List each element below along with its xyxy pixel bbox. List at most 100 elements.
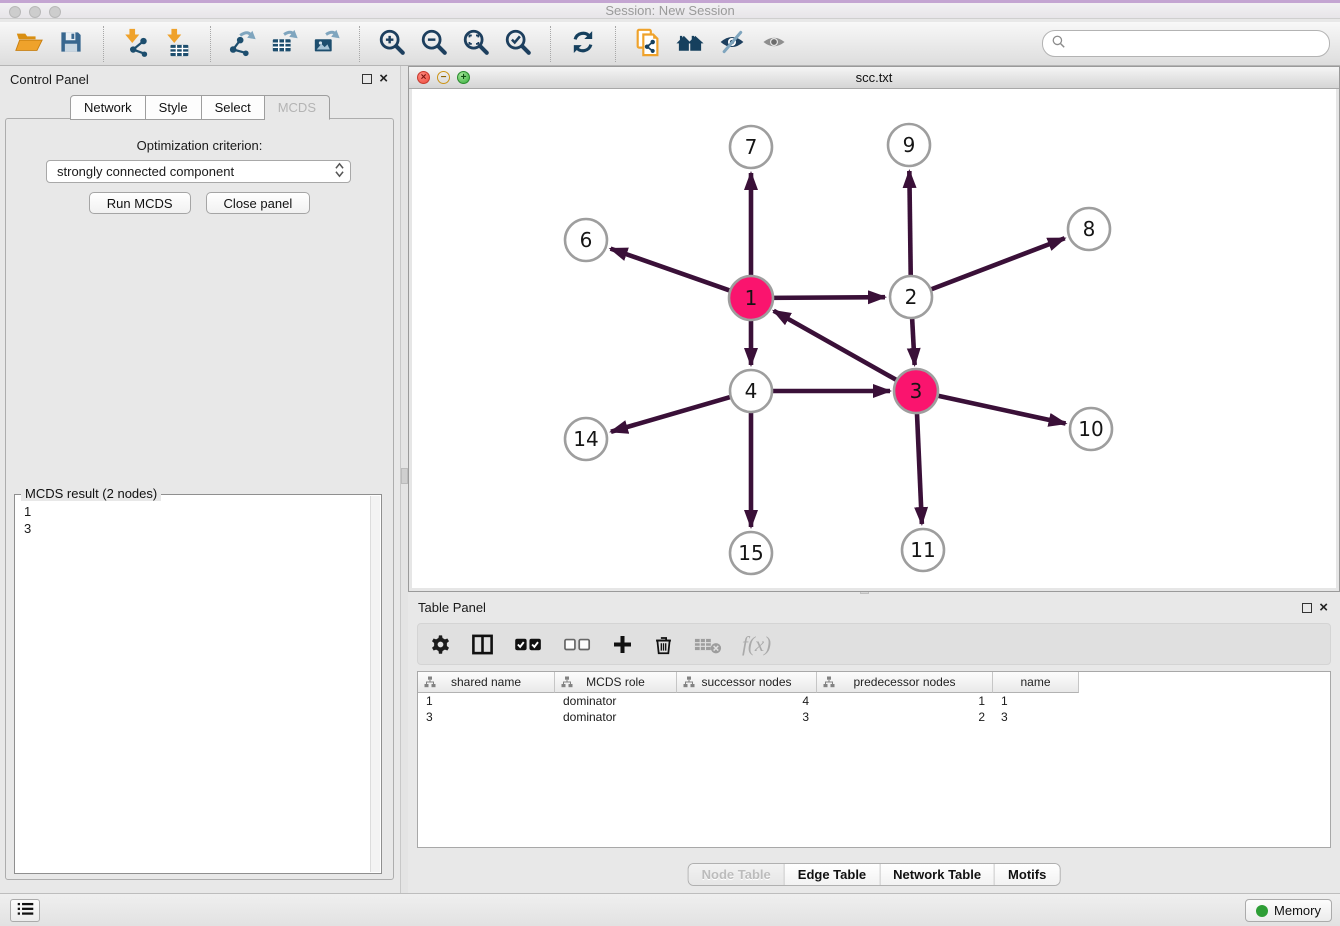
table-cell[interactable]: 3 xyxy=(677,709,817,725)
delete-column-icon[interactable] xyxy=(653,634,674,655)
export-table-button[interactable] xyxy=(269,27,301,61)
table-cell[interactable]: 1 xyxy=(817,693,993,709)
graph-edge-1-2[interactable] xyxy=(770,297,885,298)
table-cell[interactable]: 3 xyxy=(993,709,1079,725)
zoom-out-button[interactable] xyxy=(418,27,450,61)
search-input[interactable] xyxy=(1067,36,1329,51)
task-history-button[interactable] xyxy=(10,899,40,922)
node-table[interactable]: shared nameMCDS rolesuccessor nodesprede… xyxy=(417,671,1331,848)
table-row[interactable]: 3dominator323 xyxy=(418,709,1330,725)
column-header-predecessor-nodes[interactable]: predecessor nodes xyxy=(817,672,993,693)
float-panel-icon[interactable] xyxy=(362,74,372,84)
zoom-selected-button[interactable] xyxy=(502,27,534,61)
table-cell[interactable]: 1 xyxy=(418,693,555,709)
graph-node-11[interactable]: 11 xyxy=(902,529,944,571)
select-all-icon[interactable] xyxy=(514,635,543,654)
table-cell[interactable]: 4 xyxy=(677,693,817,709)
network-minimize-button[interactable]: − xyxy=(437,71,450,84)
tab-motifs[interactable]: Motifs xyxy=(995,864,1059,885)
column-header-filler xyxy=(1079,672,1330,693)
graph-edge-2-8[interactable] xyxy=(929,238,1065,290)
table-cell[interactable]: dominator xyxy=(555,709,677,725)
graph-node-10[interactable]: 10 xyxy=(1070,408,1112,450)
tab-edge-table[interactable]: Edge Table xyxy=(785,864,880,885)
network-close-button[interactable]: × xyxy=(417,71,430,84)
refresh-button[interactable] xyxy=(567,27,599,61)
optimization-criterion-dropdown[interactable]: strongly connected component xyxy=(46,160,351,183)
graph-edge-3-1[interactable] xyxy=(774,311,900,382)
network-maximize-button[interactable]: + xyxy=(457,71,470,84)
graph-edge-3-10[interactable] xyxy=(935,395,1066,423)
tab-select[interactable]: Select xyxy=(202,95,265,120)
graph-node-2[interactable]: 2 xyxy=(890,276,932,318)
svg-text:1: 1 xyxy=(745,286,758,310)
export-network-button[interactable] xyxy=(227,27,259,61)
column-header-mcds-role[interactable]: MCDS role xyxy=(555,672,677,693)
tab-mcds[interactable]: MCDS xyxy=(265,95,330,120)
hide-panels-button[interactable] xyxy=(716,27,748,61)
graph-edge-3-11[interactable] xyxy=(917,410,922,524)
table-cell[interactable]: 2 xyxy=(817,709,993,725)
import-network-button[interactable] xyxy=(120,27,152,61)
graph-node-15[interactable]: 15 xyxy=(730,532,772,574)
split-pane-icon[interactable] xyxy=(471,633,494,656)
close-panel-icon[interactable]: × xyxy=(379,74,388,84)
table-cell[interactable]: 1 xyxy=(993,693,1079,709)
settings-gear-icon[interactable] xyxy=(430,634,451,655)
graph-edge-2-9[interactable] xyxy=(909,171,910,278)
mcds-result-text[interactable]: 1 3 xyxy=(16,497,370,872)
graph-node-1[interactable]: 1 xyxy=(729,276,773,320)
graph-node-7[interactable]: 7 xyxy=(730,126,772,168)
graph-node-9[interactable]: 9 xyxy=(888,124,930,166)
graph-edge-1-6[interactable] xyxy=(611,249,734,292)
zoom-fit-button[interactable] xyxy=(460,27,492,61)
app-close-button[interactable] xyxy=(9,6,21,18)
search-box[interactable] xyxy=(1042,30,1330,57)
import-table-button[interactable] xyxy=(162,27,194,61)
clone-network-button[interactable] xyxy=(632,27,664,61)
svg-text:4: 4 xyxy=(745,379,758,403)
save-session-button[interactable] xyxy=(55,27,87,61)
table-cell[interactable]: dominator xyxy=(555,693,677,709)
table-cell[interactable]: 3 xyxy=(418,709,555,725)
node-table-header: shared nameMCDS rolesuccessor nodesprede… xyxy=(418,672,1330,693)
export-image-button[interactable] xyxy=(311,27,343,61)
add-column-icon[interactable] xyxy=(612,634,633,655)
graph-node-3[interactable]: 3 xyxy=(894,369,938,413)
deselect-all-icon[interactable] xyxy=(563,635,592,654)
zoom-in-button[interactable] xyxy=(376,27,408,61)
status-bar: Memory xyxy=(0,893,1340,926)
float-table-panel-icon[interactable] xyxy=(1302,603,1312,613)
close-panel-button[interactable]: Close panel xyxy=(206,192,311,214)
tab-network[interactable]: Network xyxy=(70,95,146,120)
vertical-splitter[interactable] xyxy=(401,66,408,893)
vertical-splitter-handle[interactable] xyxy=(401,468,408,484)
column-header-successor-nodes[interactable]: successor nodes xyxy=(677,672,817,693)
app-window-controls[interactable] xyxy=(9,6,61,18)
tab-node-table[interactable]: Node Table xyxy=(689,864,785,885)
memory-button[interactable]: Memory xyxy=(1245,899,1332,922)
show-panels-button[interactable] xyxy=(758,27,790,61)
graph-edge-4-14[interactable] xyxy=(611,396,733,431)
tab-network-table[interactable]: Network Table xyxy=(880,864,995,885)
svg-text:15: 15 xyxy=(738,541,763,565)
home-button[interactable] xyxy=(674,27,706,61)
graph-node-6[interactable]: 6 xyxy=(565,219,607,261)
open-session-button[interactable] xyxy=(13,27,45,61)
graph-node-4[interactable]: 4 xyxy=(730,370,772,412)
tab-style[interactable]: Style xyxy=(146,95,202,120)
run-mcds-button[interactable]: Run MCDS xyxy=(89,192,191,214)
app-maximize-button[interactable] xyxy=(49,6,61,18)
column-header-shared-name[interactable]: shared name xyxy=(418,672,555,693)
network-window-titlebar[interactable]: × − + scc.txt xyxy=(409,67,1339,89)
app-minimize-button[interactable] xyxy=(29,6,41,18)
graph-node-14[interactable]: 14 xyxy=(565,418,607,460)
close-table-panel-icon[interactable]: × xyxy=(1319,603,1328,613)
graph-edge-2-3[interactable] xyxy=(912,316,915,365)
network-graph[interactable]: 7 9 6 8 1 2 4 3 14 10 15 11 xyxy=(412,89,1338,589)
table-row[interactable]: 1dominator411 xyxy=(418,693,1330,709)
column-header-name[interactable]: name xyxy=(993,672,1079,693)
network-canvas[interactable]: 7 9 6 8 1 2 4 3 14 10 15 11 xyxy=(412,89,1336,588)
graph-node-8[interactable]: 8 xyxy=(1068,208,1110,250)
mcds-result-scrollbar[interactable] xyxy=(370,496,380,872)
